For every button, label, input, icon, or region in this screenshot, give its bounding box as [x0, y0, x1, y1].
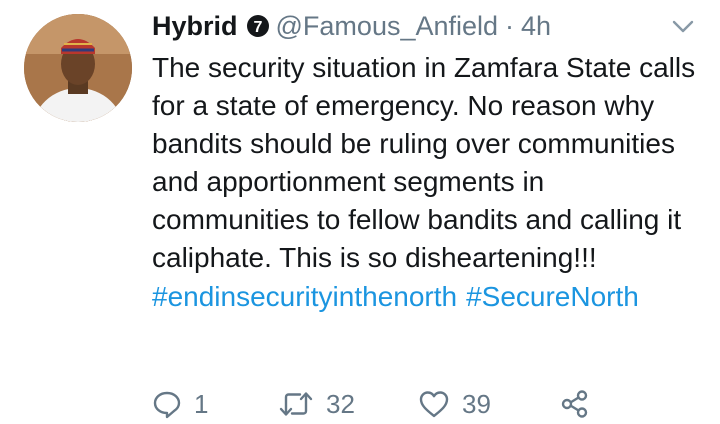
user-handle[interactable]: @Famous_Anfield	[276, 6, 499, 46]
badge-number: 7	[253, 19, 262, 36]
hashtag-line: #endinsecurityinthenorth #SecureNorth	[152, 278, 702, 316]
user-avatar[interactable]	[24, 14, 132, 122]
reply-count: 1	[194, 388, 209, 419]
reply-button[interactable]: 1	[152, 389, 278, 420]
display-name[interactable]: Hybrid	[152, 6, 238, 46]
tweet-header: Hybrid 7 @Famous_Anfield · 4h	[152, 6, 700, 46]
heart-icon	[419, 391, 449, 418]
share-icon	[561, 390, 588, 418]
like-count: 39	[462, 388, 491, 419]
chevron-down-icon[interactable]	[672, 20, 694, 34]
avatar-image	[24, 14, 132, 122]
hashtag-link[interactable]: #endinsecurityinthenorth	[152, 281, 457, 312]
like-button[interactable]: 39	[418, 389, 560, 420]
meta-separator: ·	[505, 11, 515, 41]
reply-icon	[153, 391, 181, 419]
tweet-actions: 1 32 39	[152, 384, 632, 424]
hashtag-link[interactable]: #SecureNorth	[466, 281, 639, 312]
retweet-count: 32	[326, 388, 355, 419]
retweet-icon	[279, 392, 313, 416]
number-badge-icon: 7	[246, 14, 270, 38]
share-button[interactable]	[560, 389, 590, 419]
timestamp[interactable]: 4h	[521, 6, 551, 46]
tweet-text: The security situation in Zamfara State …	[152, 52, 696, 273]
retweet-button[interactable]: 32	[278, 389, 418, 420]
tweet-body: The security situation in Zamfara State …	[152, 49, 702, 316]
